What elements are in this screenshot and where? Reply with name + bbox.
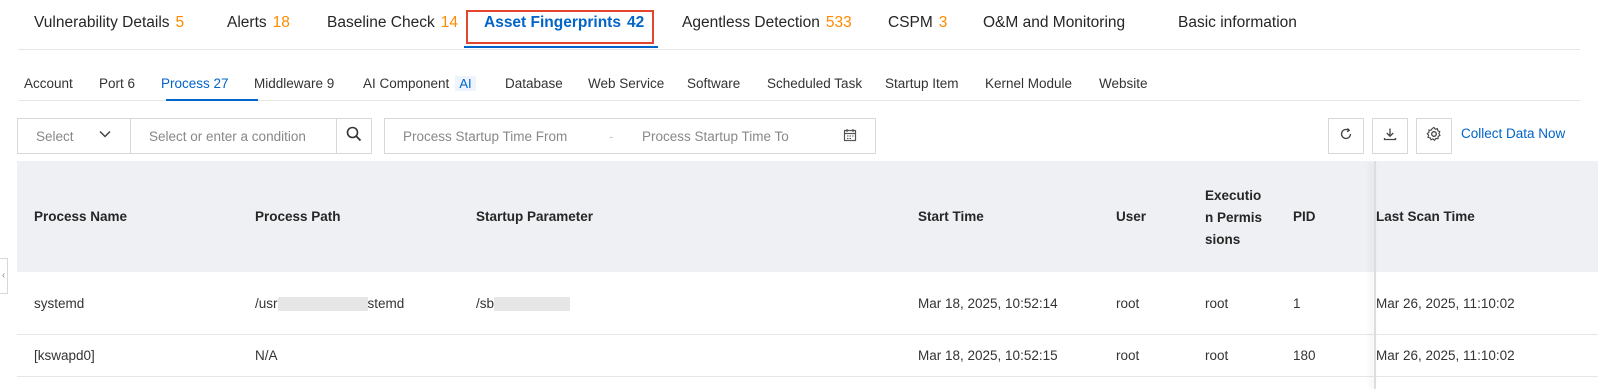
col-execution-permissions[interactable]: Executio n Permis sions — [1205, 185, 1262, 251]
tab-label: Baseline Check — [327, 14, 435, 31]
date-to-input[interactable]: Process Startup Time To — [642, 129, 789, 144]
tab-count: 18 — [272, 14, 290, 31]
col-process-name[interactable]: Process Name — [34, 209, 127, 224]
table-row[interactable]: systemd /usr stemd /sb Mar 18, 2025, 10:5… — [17, 272, 1598, 335]
subtab-website[interactable]: Website — [1099, 76, 1148, 91]
date-from-input[interactable]: Process Startup Time From — [403, 129, 567, 144]
cell-execution-permissions: root — [1205, 348, 1229, 363]
tab-count: 42 — [626, 14, 645, 31]
cell-start-time: Mar 18, 2025, 10:52:15 — [918, 348, 1058, 363]
tab-label: Agentless Detection — [682, 14, 820, 31]
tab-count: 5 — [175, 14, 185, 31]
refresh-icon — [1339, 127, 1353, 146]
subtab-label: AI Component — [363, 76, 450, 91]
tab-count: 3 — [938, 14, 948, 31]
search-button[interactable] — [336, 118, 372, 154]
cell-last-scan-time: Mar 26, 2025, 11:10:02 — [1376, 348, 1515, 363]
tab-asset-fingerprints[interactable]: Asset Fingerprints 42 — [484, 14, 644, 32]
download-icon — [1383, 127, 1397, 146]
table-row[interactable]: [kswapd0] N/A Mar 18, 2025, 10:52:15 roo… — [17, 335, 1598, 377]
tab-basic-information[interactable]: Basic information — [1178, 14, 1297, 32]
col-startup-parameter[interactable]: Startup Parameter — [476, 209, 593, 224]
sub-tab-bar: Account Port 6 Process 27 Middleware 9 A… — [18, 66, 1580, 101]
tab-om-monitoring[interactable]: O&M and Monitoring — [983, 14, 1125, 32]
tab-alerts[interactable]: Alerts 18 — [227, 14, 290, 32]
subtab-scheduled-task[interactable]: Scheduled Task — [767, 76, 862, 91]
col-header-line: Executio — [1205, 188, 1262, 203]
path-suffix: stemd — [367, 296, 405, 311]
ai-badge: AI — [455, 76, 476, 91]
table-header: Process Name Process Path Startup Parame… — [17, 161, 1598, 272]
subtab-web-service[interactable]: Web Service — [588, 76, 664, 91]
tab-count: 14 — [440, 14, 458, 31]
subtab-account[interactable]: Account — [24, 76, 73, 91]
tab-label: Vulnerability Details — [34, 14, 170, 31]
col-header-line: n Permis — [1205, 210, 1263, 225]
process-table: Process Name Process Path Startup Parame… — [17, 161, 1598, 389]
cell-process-path: N/A — [255, 348, 278, 363]
subtab-software[interactable]: Software — [687, 76, 740, 91]
subtab-port[interactable]: Port 6 — [99, 76, 135, 91]
cell-execution-permissions: root — [1205, 296, 1229, 311]
cell-last-scan-time: Mar 26, 2025, 11:10:02 — [1376, 296, 1515, 311]
cell-user: root — [1116, 296, 1140, 311]
subtab-kernel-module[interactable]: Kernel Module — [985, 76, 1072, 91]
col-pid[interactable]: PID — [1293, 209, 1316, 224]
param-prefix: /sb — [476, 296, 495, 311]
process-startup-time-range[interactable]: Process Startup Time From - Process Star… — [384, 118, 876, 154]
tab-label: Asset Fingerprints — [484, 14, 621, 31]
settings-button[interactable] — [1416, 118, 1452, 154]
cell-process-name: [kswapd0] — [34, 348, 95, 363]
tab-label: CSPM — [888, 14, 933, 31]
redacted-block — [494, 297, 571, 312]
cell-pid: 1 — [1293, 296, 1301, 311]
subtab-process[interactable]: Process 27 — [161, 76, 229, 91]
date-separator: - — [609, 129, 614, 144]
col-user[interactable]: User — [1116, 209, 1146, 224]
redacted-block — [277, 297, 368, 312]
tab-agentless-detection[interactable]: Agentless Detection 533 — [682, 14, 852, 32]
collect-data-now-link[interactable]: Collect Data Now — [1461, 126, 1565, 141]
cell-startup-parameter: /sb — [476, 296, 571, 312]
collapse-icon[interactable]: ‹ — [0, 258, 8, 294]
col-start-time[interactable]: Start Time — [918, 209, 984, 224]
cell-start-time: Mar 18, 2025, 10:52:14 — [918, 296, 1058, 311]
cell-process-path: /usr stemd — [255, 296, 405, 312]
subtab-middleware[interactable]: Middleware 9 — [254, 76, 334, 91]
search-icon — [346, 126, 362, 147]
tab-count: 533 — [825, 14, 852, 31]
subtab-startup-item[interactable]: Startup Item — [885, 76, 959, 91]
top-tab-active-indicator — [464, 46, 658, 48]
cell-user: root — [1116, 348, 1140, 363]
fixed-column-divider — [1374, 161, 1376, 389]
tab-baseline-check[interactable]: Baseline Check 14 — [327, 14, 458, 32]
col-process-path[interactable]: Process Path — [255, 209, 341, 224]
cell-process-name: systemd — [34, 296, 85, 311]
path-prefix: /usr — [255, 296, 278, 311]
tab-label: O&M and Monitoring — [983, 14, 1126, 31]
chevron-down-icon — [98, 127, 112, 141]
calendar-icon[interactable] — [843, 128, 857, 145]
field-select[interactable]: Select — [17, 118, 131, 154]
condition-input[interactable] — [130, 118, 337, 154]
refresh-button[interactable] — [1328, 118, 1364, 154]
gear-icon — [1426, 126, 1442, 147]
col-header-line: sions — [1205, 232, 1241, 247]
tab-label: Basic information — [1178, 14, 1297, 31]
subtab-active-indicator — [166, 99, 258, 101]
cell-pid: 180 — [1293, 348, 1316, 363]
col-last-scan-time[interactable]: Last Scan Time — [1376, 209, 1475, 224]
tab-vulnerability-details[interactable]: Vulnerability Details 5 — [34, 14, 184, 32]
subtab-database[interactable]: Database — [505, 76, 563, 91]
tab-label: Alerts — [227, 14, 267, 31]
download-button[interactable] — [1372, 118, 1408, 154]
tab-cspm[interactable]: CSPM 3 — [888, 14, 947, 32]
select-value: Select — [36, 129, 74, 144]
subtab-ai-component[interactable]: AI Component AI — [363, 76, 476, 91]
